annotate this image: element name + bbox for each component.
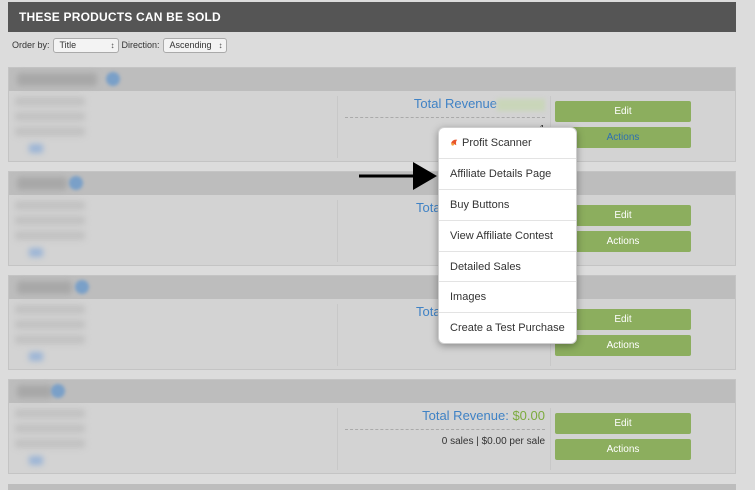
product-card: Tota Edit Actions (8, 275, 736, 370)
direction-select[interactable]: Ascending (162, 37, 227, 53)
order-by-label: Order by: (12, 40, 50, 50)
order-by-value: Title (59, 39, 77, 50)
card-divider (337, 408, 338, 470)
product-details-blurred (9, 195, 187, 265)
menu-item-label: View Affiliate Contest (450, 229, 553, 242)
product-title-blurred (17, 177, 67, 190)
order-by-select[interactable]: Title (52, 37, 119, 53)
product-card-header (9, 68, 735, 91)
product-title-blurred (17, 281, 72, 294)
menu-item-label: Detailed Sales (450, 260, 521, 273)
product-title-blurred (17, 385, 52, 398)
actions-button[interactable]: Actions (555, 439, 691, 460)
menu-item-label: Images (450, 291, 487, 304)
menu-item-label: Profit Scanner (462, 137, 532, 149)
card-divider (337, 304, 338, 366)
pointer-arrow-icon (359, 162, 437, 190)
menu-item-detailed-sales[interactable]: Detailed Sales (439, 252, 576, 283)
menu-item-images[interactable]: Images (439, 282, 576, 314)
product-badge-icon (51, 384, 65, 398)
menu-item-create-test-purchase[interactable]: Create a Test Purchase (439, 313, 576, 344)
actions-dropdown-menu: Profit Scanner Affiliate Details Page Bu… (438, 127, 577, 344)
card-divider (337, 200, 338, 262)
revenue-label: Total Revenue: (422, 408, 513, 423)
menu-item-label: Create a Test Purchase (450, 322, 565, 335)
direction-label: Direction: (121, 40, 160, 50)
card-divider (337, 96, 338, 158)
product-card: Total Revenue: $0.00 0 sales | $0.00 per… (8, 379, 736, 474)
revenue-label: Total Revenue (413, 96, 497, 111)
product-badge-icon (106, 72, 120, 86)
product-badge-icon (75, 280, 89, 294)
revenue-label: Tota (416, 200, 441, 215)
revenue-label: Tota (416, 304, 441, 319)
profit-scanner-icon (450, 139, 458, 146)
menu-item-profit-scanner[interactable]: Profit Scanner (439, 128, 576, 159)
menu-item-label: Buy Buttons (450, 198, 510, 211)
product-details-blurred (9, 299, 187, 369)
revenue-amount: $0.00 (512, 408, 545, 423)
product-card-header (9, 380, 735, 403)
section-title: THESE PRODUCTS CAN BE SOLD (19, 10, 221, 24)
section-header: THESE PRODUCTS CAN BE SOLD (8, 2, 736, 32)
edit-button[interactable]: Edit (555, 413, 691, 434)
product-badge-icon (69, 176, 83, 190)
product-card-header (9, 276, 735, 299)
menu-item-buy-buttons[interactable]: Buy Buttons (439, 190, 576, 221)
edit-button[interactable]: Edit (555, 101, 691, 122)
next-card-edge (8, 484, 736, 490)
menu-item-label: Affiliate Details Page (450, 167, 552, 180)
revenue-amount-blurred (497, 98, 545, 111)
product-title-blurred (17, 73, 97, 86)
product-card: Total Revenue 1 Edit Actions (8, 67, 736, 162)
menu-item-view-affiliate-contest[interactable]: View Affiliate Contest (439, 221, 576, 252)
card-divider (550, 408, 551, 470)
product-details-blurred (9, 403, 187, 473)
sales-summary: 0 sales | $0.00 per sale (441, 436, 545, 447)
menu-item-affiliate-details-page[interactable]: Affiliate Details Page (439, 159, 576, 190)
revenue-area: Total Revenue: $0.00 0 sales | $0.00 per… (345, 408, 545, 447)
direction-value: Ascending (169, 39, 212, 50)
sort-controls: Order by: Title Direction: Ascending (12, 37, 230, 53)
product-details-blurred (9, 91, 187, 161)
